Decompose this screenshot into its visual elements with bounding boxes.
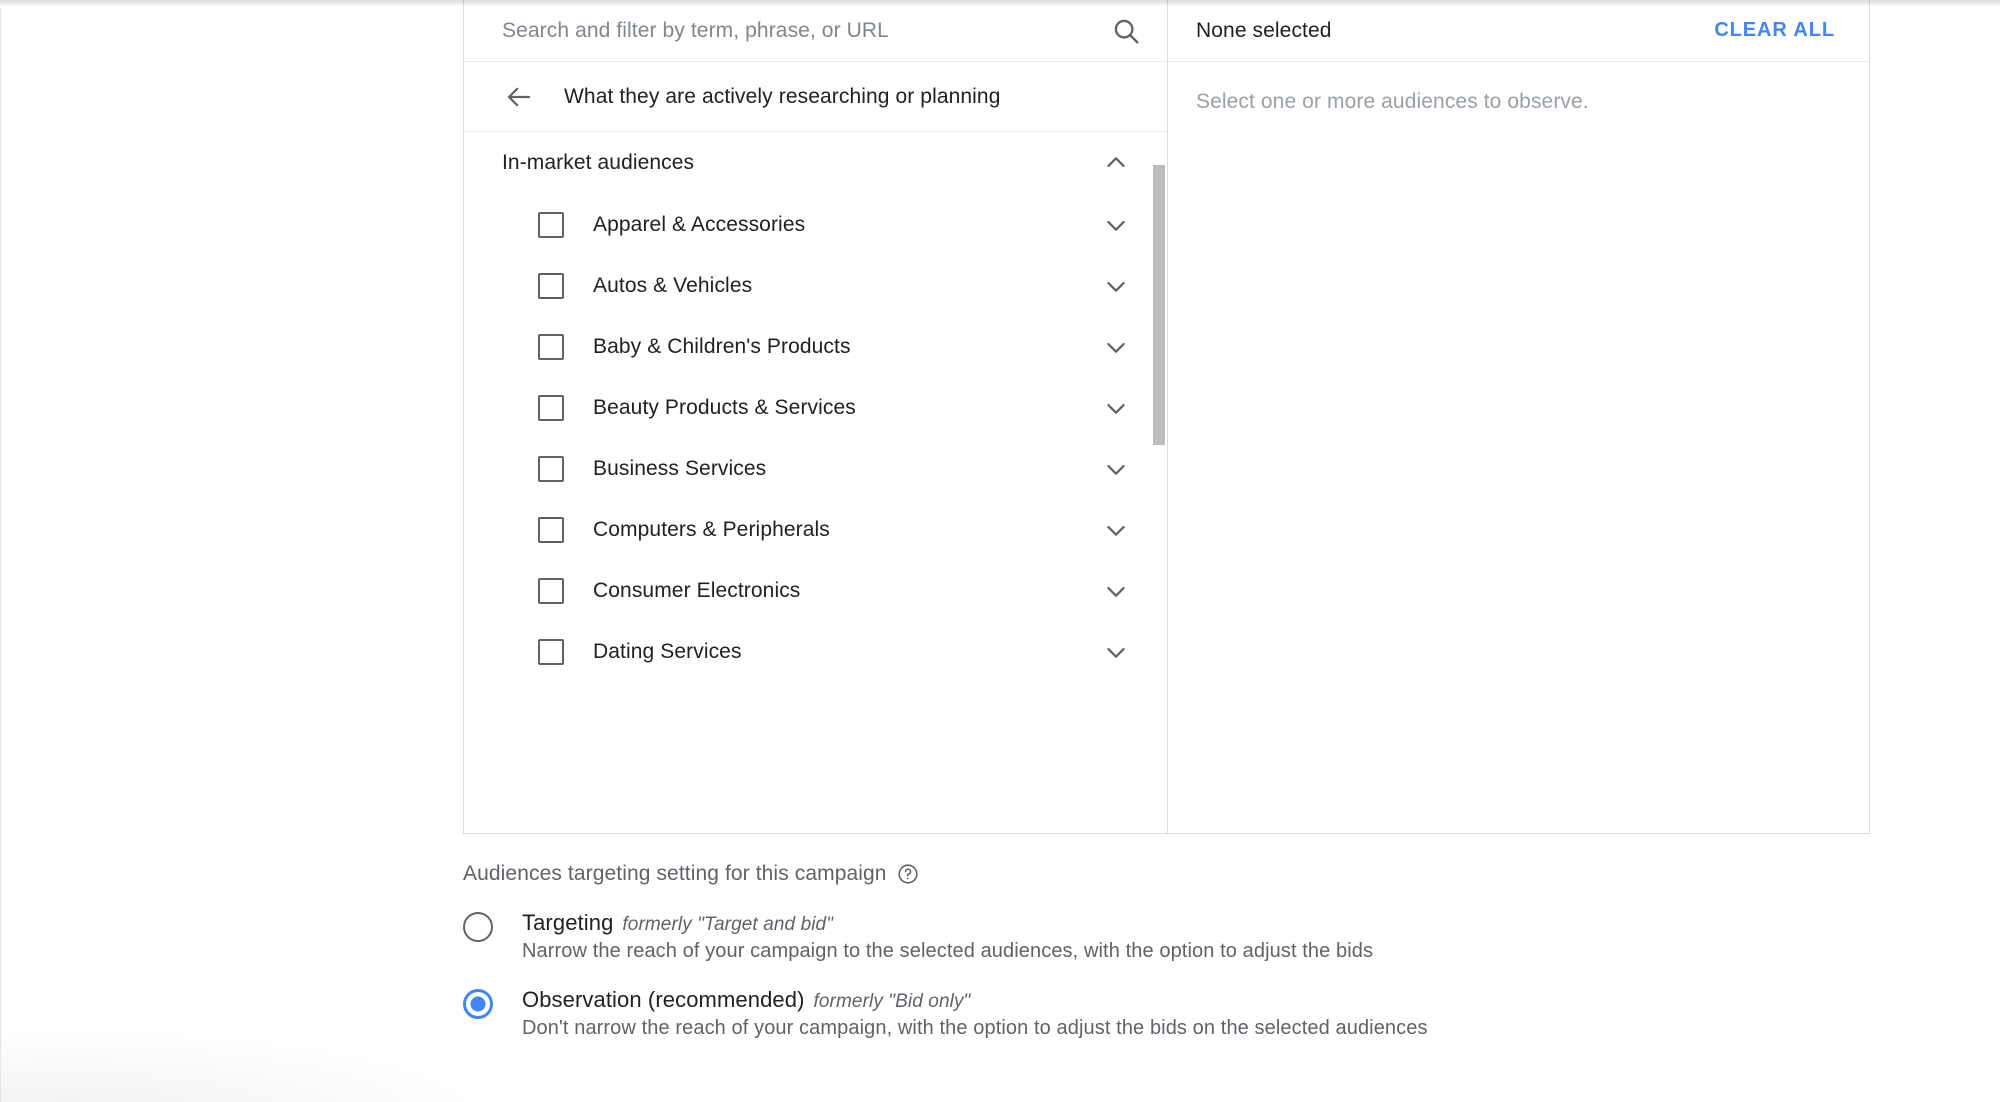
list-item[interactable]: Apparel & Accessories <box>464 194 1167 255</box>
list-scrollbar-thumb[interactable] <box>1153 165 1165 445</box>
chevron-down-icon[interactable] <box>1099 513 1133 547</box>
radio-targeting-former: formerly "Target and bid" <box>622 914 833 936</box>
radio-targeting-description: Narrow the reach of your campaign to the… <box>522 940 1373 962</box>
radio-observation-former: formerly "Bid only" <box>814 991 971 1013</box>
radio-observation[interactable] <box>463 989 493 1019</box>
checkbox[interactable] <box>538 212 564 238</box>
screen-root: What they are actively researching or pl… <box>0 0 2000 1102</box>
audiences-targeting-setting: Audiences targeting setting for this cam… <box>463 862 1763 1064</box>
bottom-scroll-shadow <box>0 1030 480 1102</box>
checkbox[interactable] <box>538 578 564 604</box>
chevron-down-icon[interactable] <box>1099 391 1133 425</box>
list-item[interactable]: Computers & Peripherals <box>464 499 1167 560</box>
chevron-down-icon[interactable] <box>1099 330 1133 364</box>
breadcrumb[interactable]: What they are actively researching or pl… <box>464 62 1167 132</box>
list-item[interactable]: Autos & Vehicles <box>464 255 1167 316</box>
chevron-down-icon[interactable] <box>1099 574 1133 608</box>
radio-option-observation[interactable]: Observation (recommended) formerly "Bid … <box>463 987 1763 1040</box>
selected-list-body: Select one or more audiences to observe. <box>1168 62 1869 833</box>
search-row <box>464 0 1167 62</box>
list-item-label: Computers & Peripherals <box>593 518 1099 542</box>
list-item-label: Apparel & Accessories <box>593 213 1099 237</box>
group-title: In-market audiences <box>502 151 1099 175</box>
audience-picker-card: What they are actively researching or pl… <box>463 0 1870 834</box>
setting-title-row: Audiences targeting setting for this cam… <box>463 862 1763 886</box>
radio-observation-text: Observation (recommended) formerly "Bid … <box>522 987 1428 1040</box>
list-item[interactable]: Dating Services <box>464 621 1167 682</box>
radio-option-targeting[interactable]: Targeting formerly "Target and bid" Narr… <box>463 910 1763 963</box>
radio-targeting-line: Targeting formerly "Target and bid" <box>522 910 1373 936</box>
radio-targeting[interactable] <box>463 912 493 942</box>
help-circle-icon[interactable] <box>897 863 919 885</box>
list-item-label: Consumer Electronics <box>593 579 1099 603</box>
list-item-label: Business Services <box>593 457 1099 481</box>
chevron-up-icon[interactable] <box>1099 146 1133 180</box>
chevron-down-icon[interactable] <box>1099 452 1133 486</box>
selected-empty-message: Select one or more audiences to observe. <box>1196 90 1589 113</box>
group-header-in-market[interactable]: In-market audiences <box>464 132 1167 194</box>
list-item[interactable]: Beauty Products & Services <box>464 377 1167 438</box>
breadcrumb-label: What they are actively researching or pl… <box>564 85 1001 109</box>
chevron-down-icon[interactable] <box>1099 208 1133 242</box>
clear-all-button[interactable]: CLEAR ALL <box>1710 13 1839 48</box>
radio-observation-name: Observation (recommended) <box>522 987 805 1013</box>
list-scrollbar[interactable] <box>1151 132 1167 833</box>
list-item-label: Baby & Children's Products <box>593 335 1099 359</box>
list-item-label: Beauty Products & Services <box>593 396 1099 420</box>
radio-targeting-text: Targeting formerly "Target and bid" Narr… <box>522 910 1373 963</box>
checkbox[interactable] <box>538 334 564 360</box>
radio-targeting-name: Targeting <box>522 910 613 936</box>
arrow-left-icon[interactable] <box>502 80 536 114</box>
search-icon[interactable] <box>1109 14 1143 48</box>
audience-list: In-market audiences Apparel & Accessorie… <box>464 132 1167 833</box>
list-item[interactable]: Baby & Children's Products <box>464 316 1167 377</box>
chevron-down-icon[interactable] <box>1099 269 1133 303</box>
audience-list-scroll-area[interactable]: In-market audiences Apparel & Accessorie… <box>464 132 1167 833</box>
chevron-down-icon[interactable] <box>1099 635 1133 669</box>
search-input[interactable] <box>502 19 1097 43</box>
selected-count-label: None selected <box>1196 19 1710 43</box>
checkbox[interactable] <box>538 517 564 543</box>
selected-header: None selected CLEAR ALL <box>1168 0 1869 62</box>
checkbox[interactable] <box>538 639 564 665</box>
page-left-rule <box>0 7 1 1102</box>
radio-observation-description: Don't narrow the reach of your campaign,… <box>522 1017 1428 1039</box>
checkbox[interactable] <box>538 456 564 482</box>
list-item-label: Autos & Vehicles <box>593 274 1099 298</box>
checkbox[interactable] <box>538 273 564 299</box>
radio-observation-line: Observation (recommended) formerly "Bid … <box>522 987 1428 1013</box>
list-item-label: Dating Services <box>593 640 1099 664</box>
selected-audiences-pane: None selected CLEAR ALL Select one or mo… <box>1168 0 1869 833</box>
setting-title: Audiences targeting setting for this cam… <box>463 862 887 886</box>
list-item[interactable]: Business Services <box>464 438 1167 499</box>
checkbox[interactable] <box>538 395 564 421</box>
list-item[interactable]: Consumer Electronics <box>464 560 1167 621</box>
audience-browse-pane: What they are actively researching or pl… <box>464 0 1168 833</box>
